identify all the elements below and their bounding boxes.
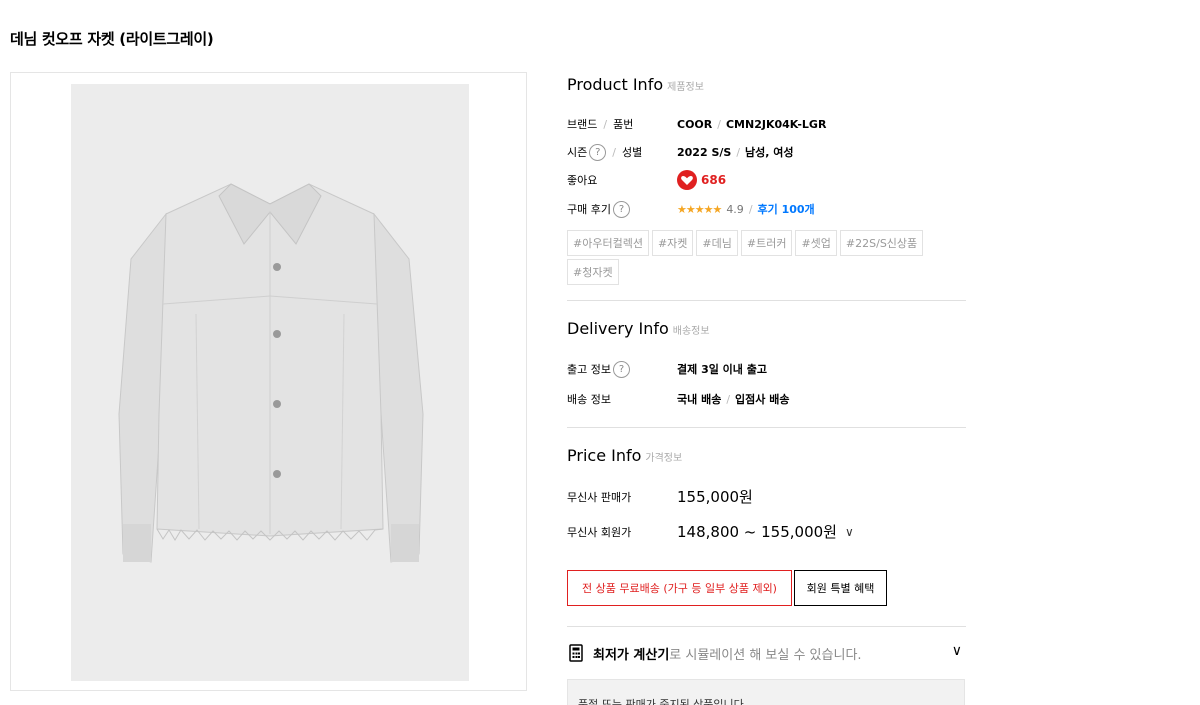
- delivery-method-label: 배송 정보: [567, 393, 611, 406]
- calculator-description: 로 시뮬레이션 해 보실 수 있습니다.: [669, 647, 862, 663]
- review-count-link[interactable]: 후기 100개: [758, 201, 815, 217]
- rating-value: 4.9: [726, 202, 744, 216]
- tag-item[interactable]: #트러커: [740, 230, 793, 256]
- review-row: 구매 후기? ★★★★★ 4.9 / 후기 100개: [567, 199, 967, 219]
- gender-label: 성별: [621, 146, 643, 159]
- help-icon[interactable]: ?: [589, 143, 607, 161]
- delivery-domestic: 국내 배송: [677, 393, 722, 406]
- product-image-frame: [10, 72, 527, 691]
- delivery-partner: 입점사 배송: [735, 393, 790, 406]
- price-calculator-toggle[interactable]: 최저가 계산기 로 시뮬레이션 해 보실 수 있습니다. ∨: [567, 641, 966, 665]
- sold-out-notice: 품절 또는 판매가 중지된 상품입니다.: [567, 679, 965, 705]
- sale-price: 155,000원: [677, 488, 753, 506]
- tag-item[interactable]: #22S/S신상품: [839, 230, 924, 256]
- free-shipping-button[interactable]: 전 상품 무료배송 (가구 등 일부 상품 제외): [567, 570, 792, 606]
- delivery-info-title: Delivery Info 배송정보: [567, 319, 710, 338]
- separator: /: [726, 392, 731, 406]
- jacket-illustration: [71, 84, 469, 681]
- calculator-title: 최저가 계산기: [593, 647, 670, 663]
- tag-list: #아우터컬렉션 #자켓 #데님 #트러커 #셋업 #22S/S신상품 #청자켓: [567, 230, 967, 285]
- shipping-row: 출고 정보? 결제 3일 이내 출고: [567, 359, 967, 379]
- page-title: 데님 컷오프 자켓 (라이트그레이): [10, 30, 214, 48]
- shipping-value: 결제 3일 이내 출고: [677, 363, 767, 376]
- brand-link[interactable]: COOR: [677, 118, 712, 131]
- tag-item[interactable]: #데님: [696, 230, 738, 256]
- divider: [567, 427, 966, 428]
- season-value: 2022 S/S: [677, 145, 732, 159]
- chevron-down-icon[interactable]: ∨: [845, 525, 854, 539]
- member-benefit-button[interactable]: 회원 특별 혜택: [794, 570, 887, 606]
- season-row: 시즌? / 성별 2022 S/S / 남성, 여성: [567, 142, 967, 162]
- brand-row: 브랜드 / 품번 COOR / CMN2JK04K-LGR: [567, 114, 967, 134]
- star-rating-icon: ★★★★★: [677, 202, 722, 216]
- separator: /: [736, 145, 741, 159]
- help-icon[interactable]: ?: [612, 200, 630, 218]
- season-label: 시즌: [567, 146, 588, 159]
- sale-price-label: 무신사 판매가: [567, 490, 632, 504]
- heart-icon[interactable]: [677, 170, 697, 190]
- price-info-subtitle: 가격정보: [645, 453, 683, 464]
- tag-item[interactable]: #아우터컬렉션: [567, 230, 649, 256]
- separator: /: [603, 117, 608, 131]
- product-info-heading: Product Info: [567, 75, 664, 94]
- delivery-info-heading: Delivery Info: [567, 319, 669, 338]
- part-label: 품번: [613, 118, 634, 131]
- help-icon[interactable]: ?: [612, 360, 630, 378]
- likes-label: 좋아요: [567, 174, 598, 187]
- member-price-label: 무신사 회원가: [567, 525, 632, 539]
- price-info-heading: Price Info: [567, 446, 642, 465]
- tag-item[interactable]: #청자켓: [567, 259, 619, 285]
- product-info-subtitle: 제품정보: [667, 82, 704, 93]
- tag-item[interactable]: #자켓: [651, 230, 694, 256]
- shipping-label: 출고 정보: [567, 363, 611, 376]
- gender-value: 남성, 여성: [745, 146, 794, 159]
- separator: /: [748, 202, 753, 216]
- review-label: 구매 후기: [567, 203, 611, 216]
- divider: [567, 300, 966, 301]
- brand-label: 브랜드: [567, 118, 598, 131]
- tag-item[interactable]: #셋업: [795, 230, 837, 256]
- part-number: CMN2JK04K-LGR: [725, 117, 827, 131]
- sale-price-row: 무신사 판매가 155,000원: [567, 486, 967, 507]
- calculator-icon: [569, 644, 583, 662]
- delivery-method-row: 배송 정보 국내 배송 / 입점사 배송: [567, 389, 967, 409]
- divider: [567, 626, 966, 627]
- chevron-down-icon[interactable]: ∨: [952, 643, 962, 659]
- price-info-title: Price Info 가격정보: [567, 446, 682, 465]
- separator: /: [612, 145, 616, 159]
- member-price-row: 무신사 회원가 148,800 ~ 155,000원 ∨: [567, 521, 967, 542]
- likes-count: 686: [701, 173, 727, 187]
- member-price: 148,800 ~ 155,000원: [677, 523, 837, 541]
- product-info-title: Product Info 제품정보: [567, 75, 704, 94]
- delivery-info-subtitle: 배송정보: [672, 326, 710, 337]
- separator: /: [717, 117, 721, 131]
- product-image[interactable]: [71, 84, 469, 681]
- likes-row: 좋아요 686: [567, 170, 967, 190]
